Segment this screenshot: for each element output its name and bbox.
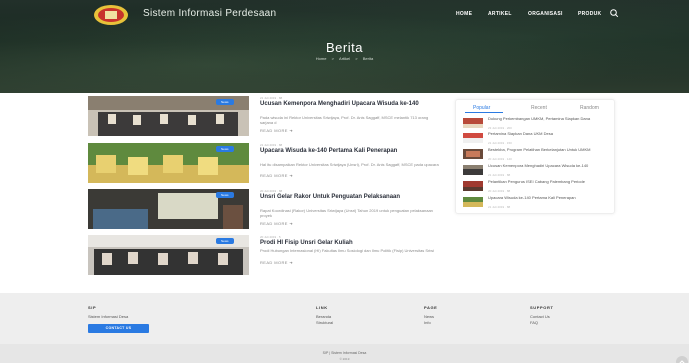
post-meta: 23 Juli 2019 · 200 — [488, 126, 512, 130]
footer-heading-sip: SIP — [88, 305, 97, 310]
nav-artikel[interactable]: ARTIKEL — [488, 11, 512, 17]
post-thumbnail — [463, 149, 483, 159]
footer-text: Sistem Informasi Desa — [88, 314, 129, 319]
logo[interactable] — [93, 3, 129, 25]
footer-link-beranda[interactable]: Beranda — [316, 314, 331, 319]
news-badge: News — [216, 146, 234, 152]
article-card: News 20 Juli 2019 · 88 Unsri Gelar Rakor… — [88, 189, 450, 229]
post-meta: 21 Juli 2019 · 88 — [488, 205, 511, 209]
article-meta: 20 Juli 2019 · 5 — [260, 235, 281, 239]
chevron-up-icon — [679, 360, 685, 363]
footer-link-news[interactable]: News — [424, 314, 434, 319]
search-icon[interactable] — [609, 8, 619, 18]
article-card: News 20 Juli 2019 · 5 Prodi HI Fisip Uns… — [88, 235, 450, 275]
sidebar-widget: Popular Recent Random Dukung Perkembanga… — [455, 99, 615, 214]
post-meta: 21 Juli 2019 · 150 — [488, 141, 512, 145]
sidebar-post[interactable]: Pelantikan Pengurus ISEI Cabang Palemban… — [463, 179, 611, 194]
article-meta: 21 Juli 2019 · 88 — [260, 143, 283, 147]
active-tab-indicator — [465, 112, 503, 113]
post-thumbnail — [463, 165, 483, 175]
read-more-link[interactable]: READ MORE ➜ — [260, 173, 293, 178]
copyright-year: © 2019 — [339, 357, 350, 361]
footer-link-faq[interactable]: FAQ — [530, 320, 538, 325]
breadcrumb: Home > Artikel > Berita — [0, 56, 689, 61]
post-meta: 20 Juli 2019 · 88 — [488, 189, 511, 193]
sidebar-post[interactable]: Pertamina Siapkan Dana UKM Desa 21 Juli … — [463, 131, 611, 146]
page-header: Sistem Informasi Perdesaan HOME ARTIKEL … — [0, 0, 689, 93]
tab-recent[interactable]: Recent — [531, 105, 547, 111]
post-title[interactable]: Pelantikan Pengurus ISEI Cabang Palemban… — [488, 179, 611, 185]
footer-link-struktural[interactable]: Struktural — [316, 320, 333, 325]
nav-home[interactable]: HOME — [456, 11, 472, 17]
news-badge: News — [216, 99, 234, 105]
sidebar-post[interactable]: Ucusan Kemenpora Menghadiri Upacara Wisu… — [463, 163, 611, 178]
post-title[interactable]: Bestekba, Program Pelatihan Berkelanjuta… — [488, 147, 611, 153]
tab-popular[interactable]: Popular — [473, 105, 490, 111]
article-title[interactable]: Upacara Wisuda ke-140 Pertama Kali Pener… — [260, 148, 450, 155]
footer-heading-support: SUPPORT — [530, 305, 554, 310]
nav-produk[interactable]: PRODUK — [578, 11, 601, 17]
post-thumbnail — [463, 197, 483, 207]
footer-link-info[interactable]: Info — [424, 320, 431, 325]
article-meta: 20 Juli 2019 · 88 — [260, 189, 283, 193]
read-more-link[interactable]: READ MORE ➜ — [260, 128, 293, 133]
tab-random[interactable]: Random — [580, 105, 599, 111]
post-meta: 21 Juli 2019 · 88 — [488, 173, 511, 177]
copyright-text: SIP | Sistem Informasi Desa — [322, 351, 367, 355]
post-thumbnail — [463, 133, 483, 143]
footer-heading-page: PAGE — [424, 305, 438, 310]
sidebar-post[interactable]: Bestekba, Program Pelatihan Berkelanjuta… — [463, 147, 611, 162]
contact-us-button[interactable]: CONTACT US — [88, 324, 149, 333]
post-title[interactable]: Dukung Perkembangan UMKM, Pertamina Siap… — [488, 116, 611, 122]
article-excerpt: Pada wisuda ini Rektor Universitas Sriwi… — [260, 115, 429, 125]
post-thumbnail — [463, 118, 483, 128]
top-nav: Sistem Informasi Perdesaan HOME ARTIKEL … — [0, 0, 689, 28]
page-title: Berita — [326, 40, 363, 55]
post-thumbnail — [463, 181, 483, 191]
breadcrumb-separator: > — [355, 56, 358, 61]
breadcrumb-current: Berita — [362, 56, 374, 61]
post-title[interactable]: Pertamina Siapkan Dana UKM Desa — [488, 131, 611, 137]
footer-heading-link: LINK — [316, 305, 328, 310]
article-card: News 21 Juli 2019 · 88 Upacara Wisuda ke… — [88, 143, 450, 183]
post-title[interactable]: Ucusan Kemenpora Menghadiri Upacara Wisu… — [488, 163, 611, 169]
article-card: News 21 Juli 2019 · 88 Ucusan Kemenpora … — [88, 96, 450, 136]
nav-organisasi[interactable]: ORGANISASI — [528, 11, 563, 17]
sidebar-post[interactable]: Dukung Perkembangan UMKM, Pertamina Siap… — [463, 116, 611, 131]
post-title[interactable]: Upacara Wisuda ke-140 Pertama Kali Pener… — [488, 195, 611, 201]
breadcrumb-home[interactable]: Home — [316, 56, 327, 61]
article-title[interactable]: Ucusan Kemenpora Menghadiri Upacara Wisu… — [260, 101, 450, 108]
article-excerpt: Rapat Koordinasi (Rakor) Universitas Sri… — [260, 208, 433, 218]
article-excerpt: Prodi Hubungan Internasional (HI) Fakult… — [260, 248, 435, 253]
read-more-link[interactable]: READ MORE ➜ — [260, 221, 293, 226]
breadcrumb-artikel[interactable]: Artikel — [339, 56, 350, 61]
news-badge: News — [216, 238, 234, 244]
article-meta: 21 Juli 2019 · 88 — [260, 96, 283, 100]
article-title[interactable]: Prodi HI Fisip Unsri Gelar Kuliah — [260, 240, 450, 247]
article-excerpt: Hal itu disampaikan Rektor Universitas S… — [260, 162, 439, 167]
breadcrumb-separator: > — [331, 56, 334, 61]
article-title[interactable]: Unsri Gelar Rakor Untuk Penguatan Pelaks… — [260, 194, 450, 201]
news-badge: News — [216, 192, 234, 198]
read-more-link[interactable]: READ MORE ➜ — [260, 260, 293, 265]
sidebar-post[interactable]: Upacara Wisuda ke-140 Pertama Kali Pener… — [463, 195, 611, 210]
brand-name[interactable]: Sistem Informasi Perdesaan — [143, 8, 276, 19]
footer-link-contact[interactable]: Contact Us — [530, 314, 550, 319]
scroll-top-button[interactable] — [676, 356, 688, 363]
post-meta: 20 Juli 2019 · 140 — [488, 157, 512, 161]
